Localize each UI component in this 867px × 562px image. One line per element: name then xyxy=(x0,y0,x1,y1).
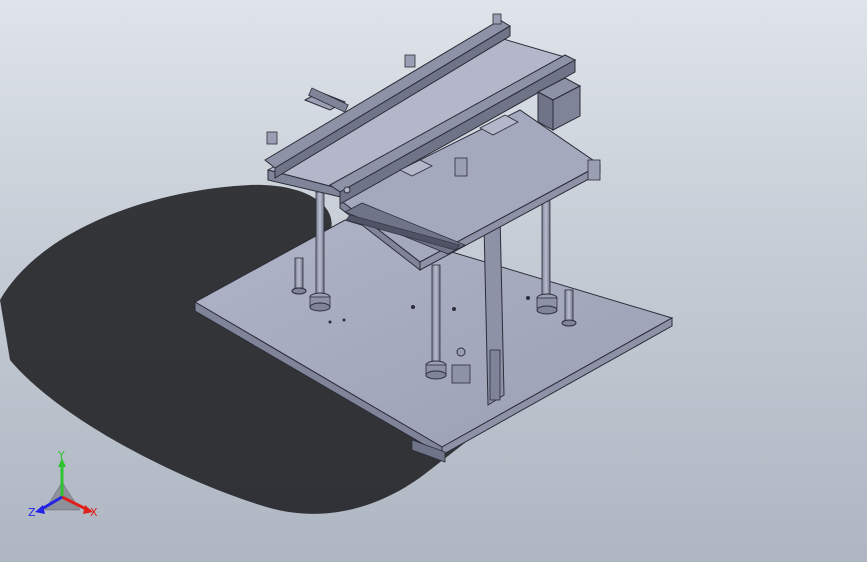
y-axis-label: Y xyxy=(57,449,65,462)
z-axis-label: Z xyxy=(28,506,36,519)
x-axis-label: X xyxy=(90,506,98,519)
view-triad[interactable]: Y X Z xyxy=(28,449,98,519)
3d-model-viewport[interactable]: Y X Z xyxy=(0,0,867,562)
